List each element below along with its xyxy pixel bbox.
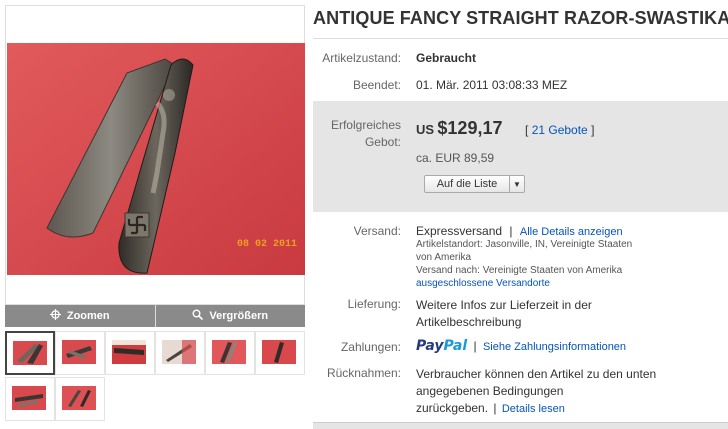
condition-label: Artikelzustand: (322, 51, 401, 65)
image-gallery: 08 02 2011 Zoomen Vergrößern (0, 0, 308, 428)
approx-price: ca. EUR 89,59 (416, 151, 495, 165)
item-location-line1: Artikelstandort: Jasonville, IN, Vereini… (416, 239, 633, 250)
paypal-logo: PayPal (416, 338, 468, 354)
final-price: US $129,17 (416, 118, 502, 139)
thumbnail-3[interactable] (105, 331, 155, 375)
magnifier-icon (192, 309, 204, 323)
bid-bracket-open: [ (525, 123, 529, 137)
zoom-button[interactable]: Zoomen (5, 305, 155, 327)
winning-bid-label-line2: Gebot: (364, 135, 401, 149)
returns-line1: Verbraucher können den Artikel zu den un… (416, 367, 657, 381)
ended-label: Beendet: (352, 78, 401, 92)
payment-separator: | (473, 339, 477, 353)
payments-label: Zahlungen: (340, 340, 401, 354)
winning-bid-label: Erfolgreiches Gebot: (313, 117, 401, 151)
main-image-frame: 08 02 2011 (5, 5, 305, 305)
shipping-value-row: Expressversand | Alle Details anzeigen (416, 224, 623, 238)
photo-date-stamp: 08 02 2011 (237, 239, 298, 250)
delivery-line1: Weitere Infos zur Lieferzeit in der (416, 298, 592, 312)
payments-value: PayPal | Siehe Zahlungsinformationen (416, 338, 626, 354)
thumbnail-5[interactable] (205, 331, 255, 375)
dropdown-arrow-icon[interactable]: ▼ (509, 176, 524, 192)
excluded-locations-link[interactable]: ausgeschlossene Versandorte (416, 278, 550, 289)
enlarge-label: Vergrößern (209, 310, 269, 322)
winning-bid-label-line1: Erfolgreiches (330, 118, 401, 132)
payment-info-link[interactable]: Siehe Zahlungsinformationen (483, 341, 626, 353)
returns-value: Verbraucher können den Artikel zu den un… (416, 366, 656, 418)
returns-details-link[interactable]: Details lesen (502, 403, 565, 415)
shipping-label: Versand: (353, 224, 401, 238)
title-divider (313, 38, 728, 39)
condition-value: Gebraucht (416, 51, 477, 65)
thumbnail-8[interactable] (55, 377, 105, 421)
bid-history-link[interactable]: 21 Gebote (532, 123, 588, 137)
ended-value: 01. Mär. 2011 03:08:33 MEZ (416, 78, 568, 92)
returns-line3: zurückgeben. (416, 401, 489, 415)
zoom-crosshair-icon (49, 309, 61, 323)
zoom-label: Zoomen (66, 310, 110, 322)
ships-to: Versand nach: Vereinigte Staaten von Ame… (416, 265, 623, 276)
thumbnail-1[interactable] (5, 331, 55, 375)
main-item-photo[interactable]: 08 02 2011 (7, 43, 305, 275)
thumbnail-4[interactable] (155, 331, 205, 375)
delivery-value: Weitere Infos zur Lieferzeit in der Arti… (416, 297, 592, 331)
thumbnail-2[interactable] (55, 331, 105, 375)
shipping-separator: | (509, 224, 513, 238)
price-currency: US (416, 122, 435, 137)
winning-bid-box: Erfolgreiches Gebot: US $129,17 [ 21 Geb… (313, 101, 728, 212)
enlarge-button[interactable]: Vergrößern (154, 305, 305, 327)
bid-bracket-close: ] (591, 123, 595, 137)
returns-label: Rücknahmen: (326, 366, 401, 380)
returns-separator: | (493, 401, 497, 415)
bid-count: [ 21 Gebote ] (525, 123, 594, 137)
delivery-label: Lieferung: (347, 297, 401, 311)
item-location-line2: von Amerika (416, 252, 472, 263)
add-to-watchlist-button[interactable]: Auf die Liste ▼ (424, 175, 525, 193)
returns-line3-row: zurückgeben. | Details lesen (416, 400, 656, 418)
item-location: Artikelstandort: Jasonville, IN, Vereini… (416, 238, 632, 290)
image-toolbar: Zoomen Vergrößern (5, 305, 305, 327)
shipping-method: Expressversand (416, 224, 503, 238)
item-title: ANTIQUE FANCY STRAIGHT RAZOR-SWASTIKA (313, 8, 728, 28)
shipping-details-link[interactable]: Alle Details anzeigen (520, 226, 623, 238)
returns-line2: angegebenen Bedingungen (416, 384, 564, 398)
price-amount: $129,17 (437, 118, 503, 138)
watchlist-label: Auf die Liste (436, 178, 498, 190)
thumbnail-7[interactable] (5, 377, 55, 421)
item-details: ANTIQUE FANCY STRAIGHT RAZOR-SWASTIKA Ar… (313, 0, 728, 429)
thumbnail-6[interactable] (255, 331, 305, 375)
delivery-line2: Artikelbeschreibung (416, 315, 522, 329)
